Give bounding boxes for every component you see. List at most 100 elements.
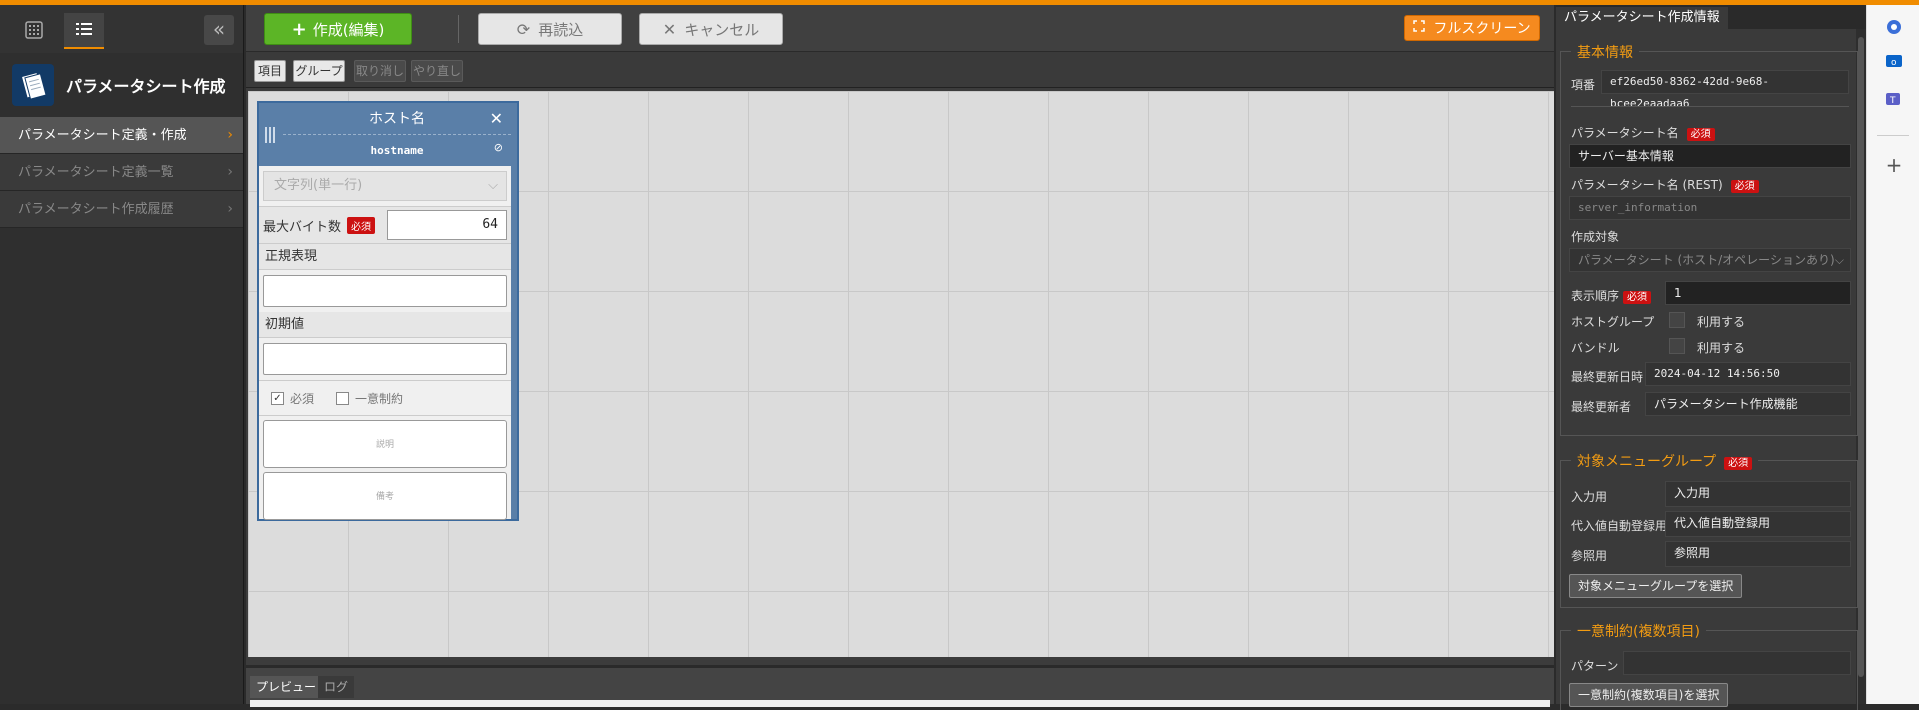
- basic-info-section: 基本情報 項番 ef26ed50-8362-42dd-9e68-bcee2eaa…: [1560, 42, 1858, 436]
- max-bytes-input[interactable]: 64: [387, 210, 507, 240]
- add-group-button[interactable]: グループ: [293, 60, 345, 82]
- list-view-tab[interactable]: [64, 13, 104, 49]
- input-menu-label: 入力用: [1571, 490, 1608, 504]
- sheet-name-rest-input[interactable]: server_information: [1569, 196, 1851, 220]
- bundle-checkbox[interactable]: [1669, 338, 1685, 354]
- menu-group-legend-text: 対象メニューグループ: [1577, 454, 1717, 470]
- pattern-value: [1623, 651, 1851, 675]
- sub-toolbar: 項目 グループ 取り消し やり直し: [246, 52, 1554, 88]
- reload-button-label: 再読込: [538, 20, 584, 39]
- fullscreen-button-label: フルスクリーン: [1433, 21, 1531, 37]
- item-title[interactable]: ホスト名: [283, 103, 511, 135]
- updated-at-value: 2024-04-12 14:56:50: [1645, 362, 1851, 386]
- required-checkbox[interactable]: ✓: [271, 391, 284, 405]
- sidebar-item-label: パラメータシート定義一覧: [18, 165, 174, 180]
- redo-button[interactable]: やり直し: [411, 60, 463, 82]
- bottom-panel: プレビュー ログ: [246, 665, 1554, 707]
- sheet-name-input[interactable]: サーバー基本情報: [1569, 144, 1851, 168]
- info-panel: パラメータシート作成情報 基本情報 項番 ef26ed50-8362-42dd-…: [1556, 5, 1866, 710]
- tab-preview[interactable]: プレビュー: [250, 676, 323, 698]
- chevron-right-icon: ›: [227, 127, 233, 143]
- menu-group-legend: 対象メニューグループ 必須: [1571, 451, 1759, 471]
- item-card[interactable]: ホスト名 hostname ✕ ⊘ 文字列(単一行) ⌵ 最大バイト数 必須 6…: [257, 101, 519, 521]
- close-icon[interactable]: ✕: [490, 109, 503, 128]
- target-select[interactable]: パラメータシート (ホスト/オペレーションあり) ⌵: [1569, 248, 1851, 272]
- unique-checkbox[interactable]: [336, 391, 350, 405]
- order-label-row: 表示順序 必須: [1571, 287, 1652, 304]
- sidebar-item-label: パラメータシート作成履歴: [18, 202, 174, 217]
- updated-at-label: 最終更新日時: [1571, 370, 1644, 384]
- auto-menu-value: 代入値自動登録用: [1665, 511, 1851, 537]
- max-bytes-row: 最大バイト数 必須 64: [259, 206, 511, 244]
- list-icon: [75, 21, 93, 40]
- sheet-name-label-row: パラメータシート名 必須: [1571, 124, 1715, 141]
- type-select[interactable]: 文字列(単一行) ⌵: [263, 171, 507, 201]
- sheet-name-rest-label-row: パラメータシート名 (REST) 必須: [1571, 176, 1759, 193]
- chevron-down-icon: ⌵: [1834, 253, 1844, 267]
- item-card-body: 文字列(単一行) ⌵ 最大バイト数 必須 64 正規表現 初期値 ✓ 必須 一意…: [259, 166, 511, 520]
- add-item-button[interactable]: 項目: [254, 60, 286, 82]
- tab-sheet-info[interactable]: パラメータシート作成情報: [1556, 7, 1728, 29]
- updated-by-label: 最終更新者: [1571, 400, 1632, 414]
- reload-button[interactable]: ⟳ 再読込: [478, 13, 622, 45]
- cancel-button-label: キャンセル: [684, 20, 760, 39]
- target-label: 作成対象: [1571, 230, 1620, 244]
- sidebar-item-history[interactable]: パラメータシート作成履歴 ›: [0, 191, 243, 228]
- parameter-sheet-logo-icon: [12, 64, 54, 106]
- bundle-label: バンドル: [1571, 341, 1620, 355]
- sheet-name-label: パラメータシート名: [1571, 126, 1679, 140]
- updated-by-value: パラメータシート作成機能: [1645, 392, 1851, 416]
- remarks-textarea[interactable]: 備考: [263, 472, 507, 520]
- required-checkbox-label: 必須: [290, 391, 315, 406]
- divider: [1571, 106, 1849, 107]
- link-icon[interactable]: ⊘: [494, 141, 503, 154]
- undo-button[interactable]: 取り消し: [354, 60, 406, 82]
- rail-divider: [1877, 135, 1909, 136]
- fullscreen-icon: [1413, 20, 1426, 36]
- regex-input[interactable]: [263, 275, 507, 307]
- create-button[interactable]: + 作成(編集): [264, 13, 412, 45]
- app-rail: o T +: [1866, 5, 1919, 704]
- item-subtitle[interactable]: hostname: [283, 135, 511, 166]
- hostgroup-checkbox-label: 利用する: [1697, 315, 1746, 329]
- cancel-button[interactable]: ✕ キャンセル: [639, 13, 783, 45]
- max-bytes-label: 最大バイト数: [263, 219, 342, 235]
- fullscreen-button[interactable]: フルスクリーン: [1404, 15, 1540, 41]
- svg-text:T: T: [1889, 96, 1896, 106]
- scrollbar-thumb[interactable]: [1858, 37, 1864, 677]
- grid-view-tab[interactable]: [14, 13, 54, 49]
- required-badge: 必須: [347, 216, 375, 234]
- unique-legend: 一意制約(複数項目): [1571, 621, 1706, 641]
- description-textarea[interactable]: 説明: [263, 420, 507, 468]
- hostgroup-checkbox[interactable]: [1669, 312, 1685, 328]
- order-input[interactable]: 1: [1665, 281, 1851, 305]
- sidebar-item-definition-list[interactable]: パラメータシート定義一覧 ›: [0, 154, 243, 191]
- toolbar: + 作成(編集) ⟳ 再読込 ✕ キャンセル フルスクリーン: [246, 5, 1554, 52]
- plus-icon: +: [291, 18, 307, 40]
- tab-log[interactable]: ログ: [318, 676, 355, 698]
- teams-icon[interactable]: T: [1884, 89, 1904, 109]
- ref-menu-label: 参照用: [1571, 549, 1608, 563]
- add-icon[interactable]: +: [1884, 153, 1904, 177]
- select-unique-button[interactable]: 一意制約(複数項目)を選択: [1569, 683, 1729, 707]
- drag-handle-icon[interactable]: [259, 103, 283, 166]
- svg-text:o: o: [1891, 58, 1897, 68]
- sidebar-tabs: «: [0, 5, 243, 53]
- order-label: 表示順序: [1571, 289, 1620, 303]
- editor-canvas[interactable]: ホスト名 hostname ✕ ⊘ 文字列(単一行) ⌵ 最大バイト数 必須 6…: [248, 91, 1554, 657]
- copilot-icon[interactable]: [1884, 17, 1904, 37]
- grid-icon: [25, 20, 43, 42]
- create-button-label: 作成(編集): [312, 20, 385, 39]
- outlook-icon[interactable]: o: [1884, 51, 1904, 71]
- chevron-down-icon: ⌵: [488, 178, 498, 193]
- select-menu-group-button[interactable]: 対象メニューグループを選択: [1569, 574, 1743, 598]
- input-menu-value: 入力用: [1665, 481, 1851, 507]
- default-value-input[interactable]: [263, 343, 507, 375]
- chevron-right-icon: ›: [227, 164, 233, 180]
- regex-label: 正規表現: [259, 244, 511, 270]
- sidebar-item-define-create[interactable]: パラメータシート定義・作成 ›: [0, 117, 243, 154]
- collapse-icon[interactable]: «: [204, 15, 234, 45]
- bundle-checkbox-label: 利用する: [1697, 341, 1746, 355]
- sidebar: « パラメータシート作成 パラメータシート定義・作成 › パラメータシート定義一…: [0, 5, 244, 704]
- unique-constraint-section: 一意制約(複数項目) パターン 一意制約(複数項目)を選択: [1560, 621, 1858, 710]
